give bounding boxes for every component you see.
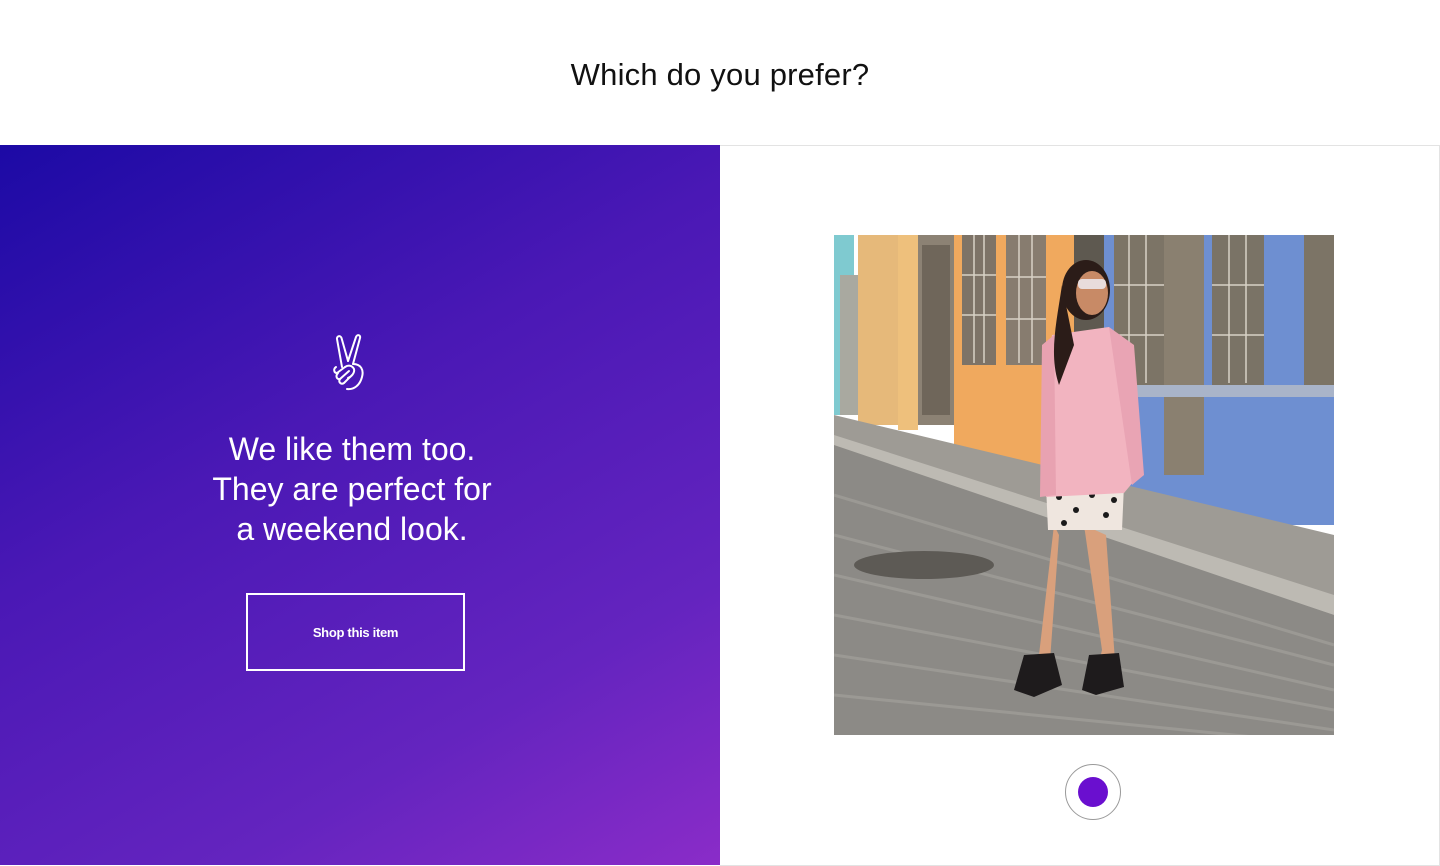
message-line: a weekend look. [236, 511, 468, 547]
result-message: We like them too. They are perfect for a… [152, 429, 552, 549]
page-title: Which do you prefer? [570, 56, 870, 92]
question-header: Which do you prefer? [0, 0, 1440, 145]
select-option-radio[interactable] [1065, 764, 1121, 820]
peace-hand-icon [333, 334, 364, 391]
shop-this-item-button[interactable]: Shop this item [246, 593, 465, 671]
radio-selected-dot [1078, 777, 1108, 807]
result-panel: We like them too. They are perfect for a… [0, 145, 720, 865]
product-photo[interactable] [834, 235, 1334, 735]
message-line: We like them too. [228, 431, 476, 467]
message-line: They are perfect for [212, 471, 492, 507]
option-card[interactable] [720, 145, 1440, 866]
